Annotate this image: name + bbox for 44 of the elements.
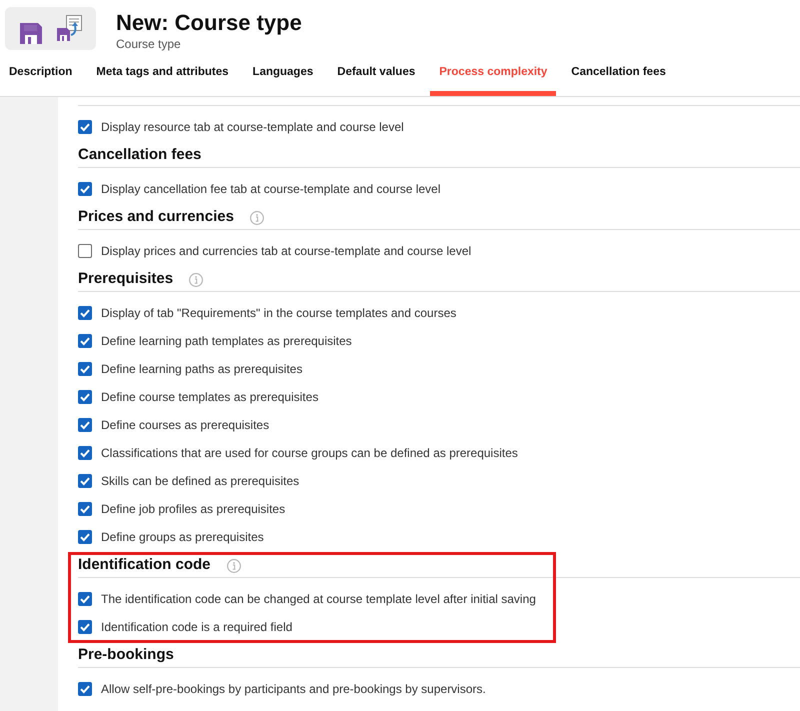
option-label: Display of tab "Requirements" in the course templates and courses [101,305,456,322]
option-label: Display prices and currencies tab at course-template and course level [101,243,472,260]
page-subtitle: Course type [116,37,182,51]
option-label: Define course templates as prerequisites [101,389,318,406]
checkbox[interactable] [78,334,92,348]
option-label: Display cancellation fee tab at course-template and course level [101,181,441,198]
option-label: Define courses as prerequisites [101,417,270,434]
checkbox[interactable] [78,390,92,404]
tab[interactable]: Cancellation fees [562,58,675,96]
tab[interactable]: Process complexity [430,58,556,96]
checkbox[interactable] [78,474,92,488]
option-label: Identification code is a required field [101,619,292,636]
option-label: Define learning path templates as prerequisites [101,333,352,350]
option-label: Display resource tab at course-template and course level [101,119,404,136]
option-label: Define job profiles as prerequisites [101,501,286,518]
section-heading: Prerequisites [78,269,174,290]
section-heading: Identification code [78,555,211,576]
option-label: Define groups as prerequisites [101,529,264,546]
checkbox[interactable] [78,182,92,196]
checkbox[interactable] [78,530,92,544]
checkbox[interactable] [78,446,92,460]
option-label: The identification code can be changed at course template level after initial saving [101,591,536,608]
checkbox[interactable] [78,418,92,432]
option-label: Skills can be defined as prerequisites [101,473,300,490]
section-heading: Cancellation fees [78,145,202,166]
floppy-disk-document-icon[interactable] [57,15,82,41]
tab[interactable]: Description [0,58,82,96]
checkbox[interactable] [78,362,92,376]
section-heading: Prices and currencies [78,207,234,228]
checkbox[interactable] [78,306,92,320]
option-label: Classifications that are used for course groups can be defined as prerequisites [101,445,518,462]
checkbox[interactable] [78,244,92,258]
checkbox[interactable] [78,620,92,634]
checkbox[interactable] [78,682,92,696]
checkbox[interactable] [78,502,92,516]
option-label: Define learning paths as prerequisites [101,361,302,378]
tab[interactable]: Default values [328,58,424,96]
page-title: New: Course type [116,9,302,37]
section-heading: Pre-bookings [78,645,174,666]
tab[interactable]: Meta tags and attributes [87,58,238,96]
checkbox[interactable] [78,120,92,134]
checkbox[interactable] [78,592,92,606]
tab[interactable]: Languages [244,58,322,96]
option-label: Allow self-pre-bookings by participants and pre-bookings by supervisors. [101,681,486,698]
